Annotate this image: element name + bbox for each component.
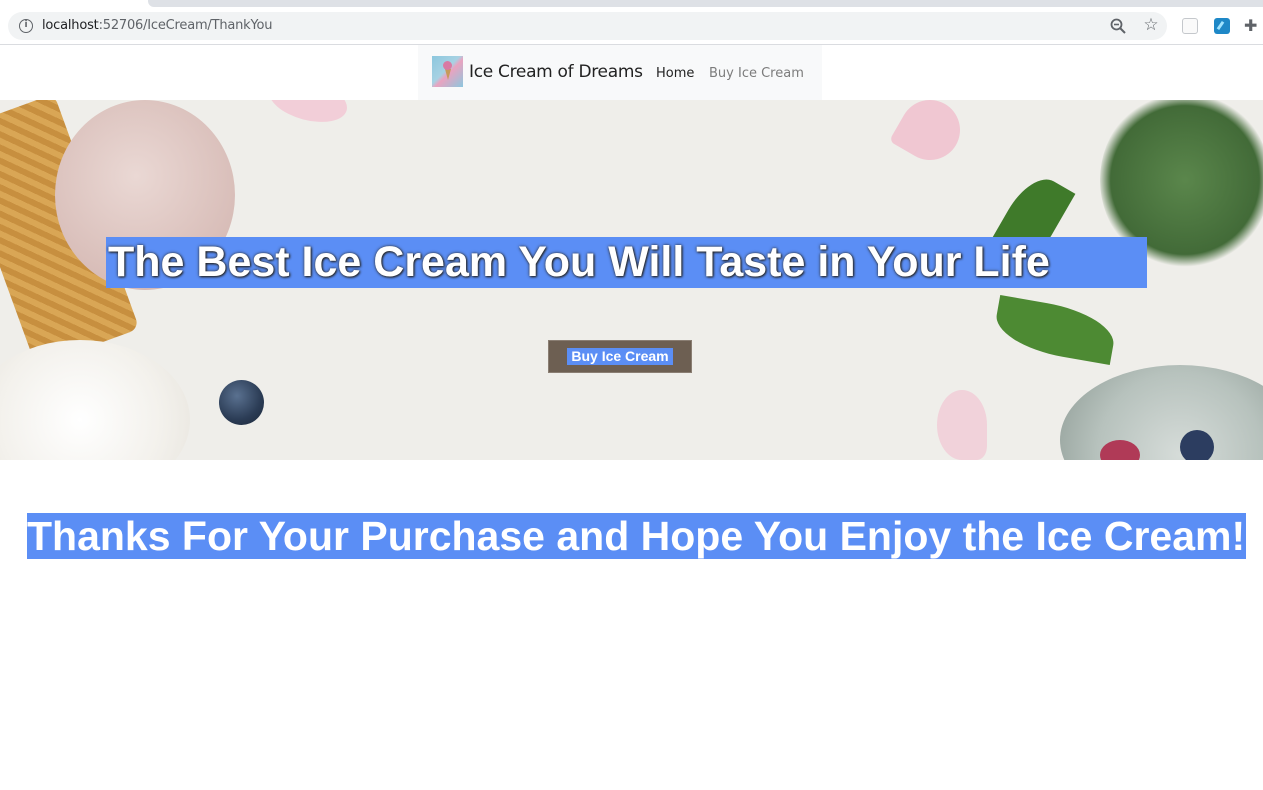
site-navbar: Ice Cream of Dreams Home Buy Ice Cream (418, 45, 822, 100)
nav-link-buy-ice-cream[interactable]: Buy Ice Cream (709, 66, 804, 81)
leaf-image (991, 294, 1119, 366)
buy-ice-cream-button-label: Buy Ice Cream (567, 348, 673, 365)
zoom-icon[interactable] (1109, 17, 1127, 35)
blueberry-image (1180, 430, 1214, 460)
ice-cream-logo-icon (432, 56, 463, 87)
url-path: :52706/IceCream/ThankYou (98, 18, 273, 33)
info-icon[interactable]: i (19, 19, 33, 33)
hero-title: The Best Ice Cream You Will Taste in You… (106, 237, 1147, 288)
nav-link-home[interactable]: Home (656, 66, 694, 81)
tab-bar (148, 0, 1263, 7)
thank-you-message: Thanks For Your Purchase and Hope You En… (27, 513, 1247, 559)
petal-image (889, 100, 971, 171)
extension-icon[interactable] (1182, 18, 1198, 34)
bowl-image (1060, 365, 1263, 460)
url-text[interactable]: localhost:52706/IceCream/ThankYou (42, 18, 273, 33)
brand-name: Ice Cream of Dreams (469, 61, 643, 82)
blueberry-image (219, 380, 264, 425)
hero-banner: The Best Ice Cream You Will Taste in You… (0, 100, 1263, 460)
petal-image (264, 100, 352, 130)
url-host: localhost (42, 18, 99, 33)
extension-icon[interactable] (1214, 18, 1230, 34)
brand[interactable]: Ice Cream of Dreams (432, 56, 643, 87)
address-bar[interactable]: i localhost:52706/IceCream/ThankYou ☆ (8, 12, 1167, 40)
puzzle-icon[interactable]: ✚ (1244, 16, 1263, 36)
browser-toolbar: i localhost:52706/IceCream/ThankYou ☆ ✚ (0, 8, 1263, 45)
flower-image (0, 340, 190, 460)
buy-ice-cream-button[interactable]: Buy Ice Cream (548, 340, 692, 373)
browser-tabstrip (0, 0, 1263, 8)
petal-image (937, 390, 987, 460)
star-icon[interactable]: ☆ (1141, 15, 1161, 35)
